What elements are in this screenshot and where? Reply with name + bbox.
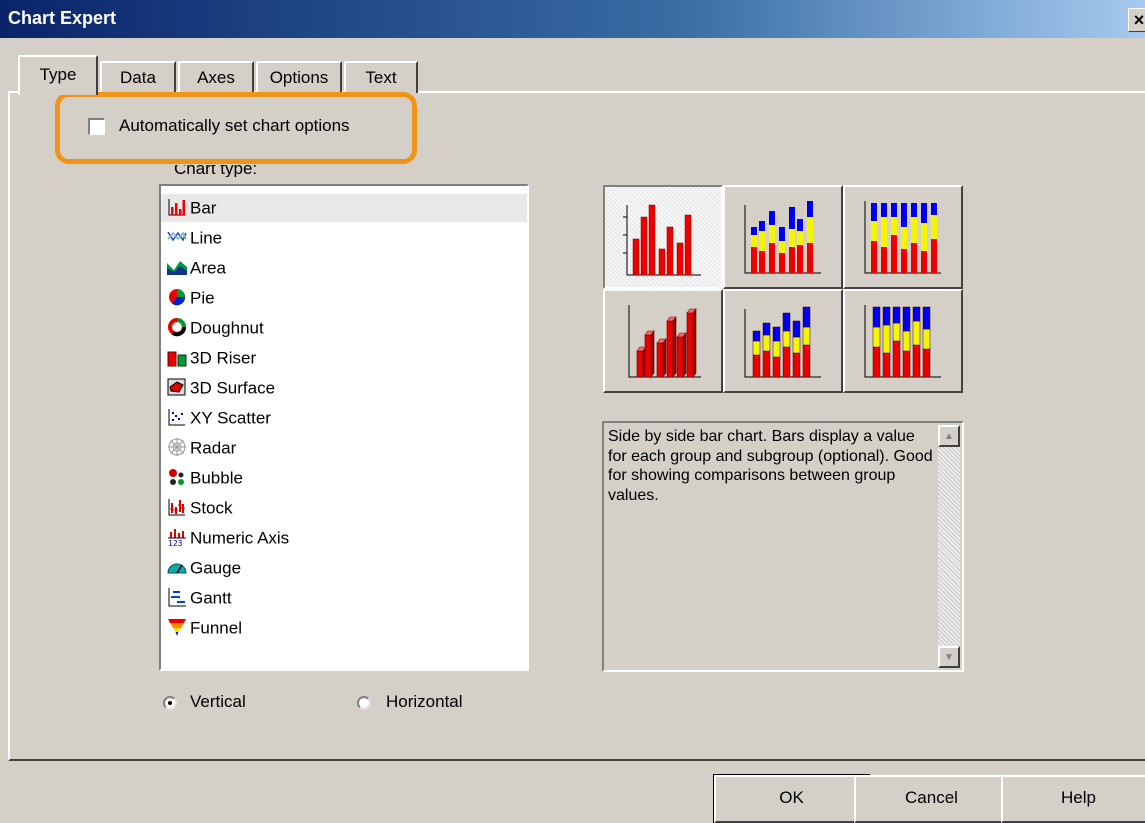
tab-text[interactable]: Text: [344, 61, 418, 93]
area-chart-icon: [167, 260, 187, 275]
svg-text:123: 123: [168, 539, 183, 547]
close-icon: ×: [1133, 10, 1145, 30]
list-item-gauge[interactable]: Gauge: [167, 554, 525, 582]
subtype-percent-bar[interactable]: [843, 185, 963, 289]
list-item-doughnut[interactable]: Doughnut: [167, 314, 525, 342]
list-item-stock[interactable]: Stock: [167, 494, 525, 522]
doughnut-chart-icon: [168, 317, 186, 336]
list-item-area[interactable]: Area: [167, 254, 525, 282]
subtype-side-by-side-3d-bar[interactable]: [603, 289, 723, 393]
tab-axes[interactable]: Axes: [178, 61, 254, 93]
scroll-up-button[interactable]: ▲: [938, 425, 960, 447]
horizontal-label[interactable]: Horizontal: [386, 692, 463, 712]
stacked-bars: [751, 201, 813, 273]
funnel-chart-icon: [168, 618, 186, 636]
bar-chart-icon: [168, 198, 185, 216]
list-item-gantt[interactable]: Gantt: [167, 584, 525, 612]
title-bar: Chart Expert ×: [0, 0, 1145, 38]
tab-options[interactable]: Options: [256, 61, 342, 93]
horizontal-radio[interactable]: [357, 696, 371, 710]
scroll-down-icon: ▼: [944, 652, 954, 663]
description-scrollbar[interactable]: ▲ ▼: [938, 425, 960, 668]
list-item-bubble[interactable]: Bubble: [167, 464, 525, 492]
3d-surface-chart-icon: [167, 378, 186, 396]
subtype-stacked-3d-bar[interactable]: [723, 289, 843, 393]
percent-bar-icon: [864, 201, 941, 274]
gauge-chart-icon: [167, 563, 187, 574]
stacked-bar-icon: [744, 201, 821, 274]
list-item-funnel[interactable]: Funnel: [167, 614, 525, 642]
cancel-button[interactable]: Cancel: [854, 775, 1009, 823]
line-chart-icon: [167, 231, 187, 242]
stock-chart-icon: [168, 498, 185, 516]
side-by-side-bar-icon: [623, 204, 701, 276]
list-item-bar[interactable]: Bar: [161, 194, 527, 222]
bubble-chart-icon: [169, 468, 184, 485]
close-button[interactable]: ×: [1128, 8, 1145, 32]
chart-type-list[interactable]: Bar Line Area Pie Doughnut 3D Riser 3D S…: [159, 184, 529, 671]
side-by-side-3d-bar-icon: [628, 305, 701, 378]
chart-type-label: Chart type:: [174, 165, 258, 177]
list-item-3d-riser[interactable]: 3D Riser: [167, 344, 525, 372]
3d-riser-chart-icon: [167, 351, 187, 367]
percent-bars: [871, 203, 937, 273]
subtype-stacked-bar[interactable]: [723, 185, 843, 289]
list-item-radar[interactable]: Radar: [167, 434, 525, 462]
list-item-3d-surface[interactable]: 3D Surface: [167, 374, 525, 402]
radar-chart-icon: [168, 437, 186, 456]
scroll-up-icon: ▲: [944, 431, 954, 442]
list-item-xy-scatter[interactable]: XY Scatter: [167, 404, 525, 432]
stacked-3d-bar-icon: [744, 306, 821, 378]
help-button[interactable]: Help: [1001, 775, 1145, 823]
window-title: Chart Expert: [8, 8, 117, 28]
xy-scatter-chart-icon: [168, 408, 185, 426]
gantt-chart-icon: [168, 587, 186, 607]
list-item-numeric-axis[interactable]: 123 Numeric Axis: [167, 524, 525, 552]
subtype-percent-3d-bar[interactable]: [843, 289, 963, 393]
subtype-side-by-side-bar[interactable]: [603, 185, 723, 289]
tab-type[interactable]: Type: [18, 55, 98, 95]
numeric-axis-chart-icon: 123: [168, 528, 186, 547]
vertical-radio[interactable]: [163, 696, 177, 710]
description-box: Side by side bar chart. Bars display a v…: [602, 421, 964, 672]
tab-data[interactable]: Data: [100, 61, 176, 93]
highlight-callout: [55, 92, 417, 164]
pie-chart-icon: [169, 288, 186, 305]
percent-3d-bar-icon: [864, 305, 941, 378]
ok-button[interactable]: OK: [713, 774, 870, 823]
list-item-pie[interactable]: Pie: [167, 284, 525, 312]
vertical-label[interactable]: Vertical: [190, 692, 246, 712]
list-item-line[interactable]: Line: [167, 224, 525, 252]
scroll-down-button[interactable]: ▼: [938, 646, 960, 668]
description-text: Side by side bar chart. Bars display a v…: [608, 428, 933, 504]
